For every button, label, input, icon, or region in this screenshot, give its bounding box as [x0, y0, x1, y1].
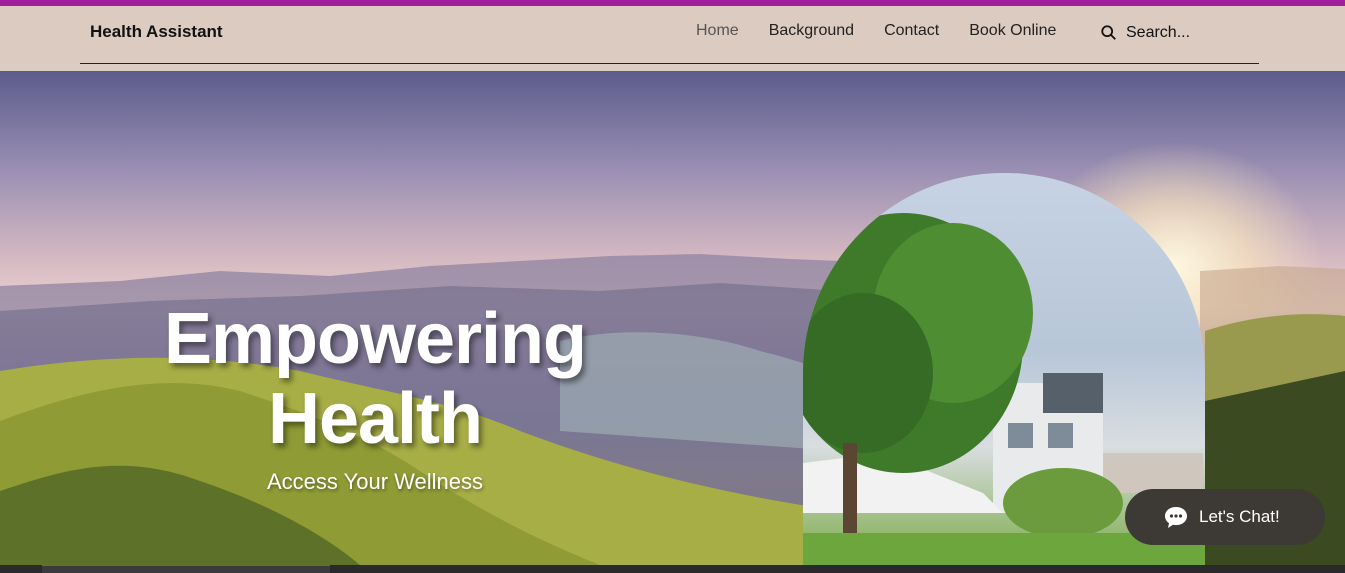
headline-line-2: Health [267, 379, 483, 459]
hero-headline: Empowering Health [150, 299, 600, 459]
nav-item-contact[interactable]: Contact [884, 22, 939, 40]
nav-item-book-online[interactable]: Book Online [969, 22, 1056, 40]
nav-item-home[interactable]: Home [696, 22, 739, 40]
chat-bubble-icon [1165, 507, 1187, 528]
search-input[interactable] [1126, 24, 1256, 42]
header-divider [80, 63, 1259, 64]
chat-button-label: Let's Chat! [1199, 507, 1280, 526]
chat-button[interactable]: Let's Chat! [1125, 489, 1325, 545]
taskbar-tab[interactable] [42, 565, 330, 573]
main-nav: Home Background Contact Book Online [696, 22, 1056, 40]
search-icon[interactable] [1100, 24, 1118, 42]
nav-item-background[interactable]: Background [769, 22, 854, 40]
hero-subtitle: Access Your Wellness [266, 469, 484, 494]
site-header: Health Assistant Home Background Contact… [0, 6, 1345, 71]
search-box[interactable] [1100, 22, 1260, 44]
headline-line-1: Empowering [163, 299, 587, 379]
site-brand[interactable]: Health Assistant [90, 22, 223, 42]
